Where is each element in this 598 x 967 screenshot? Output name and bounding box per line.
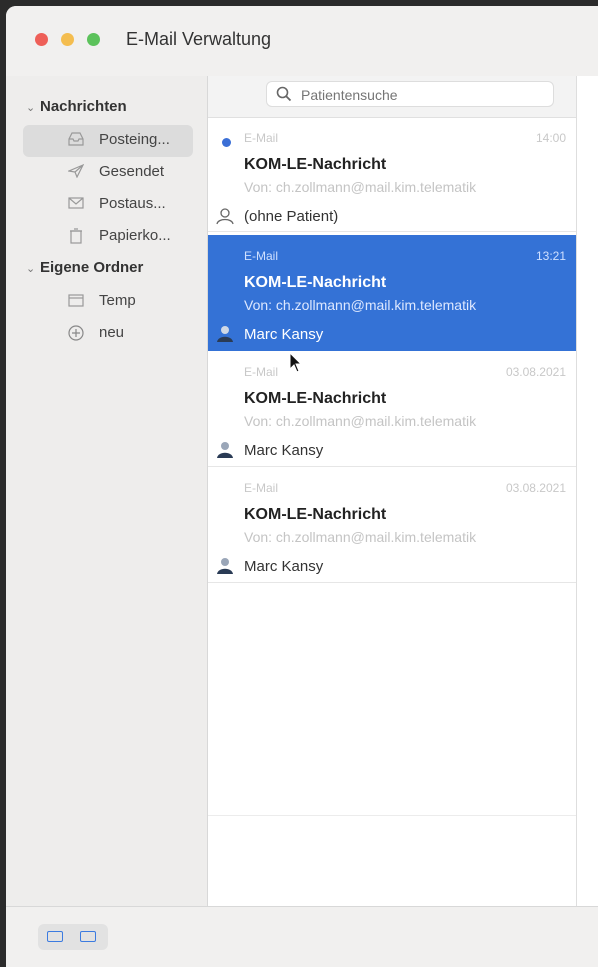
folder-icon xyxy=(67,293,85,309)
section-eigene-ordner[interactable]: ⌄ Eigene Ordner xyxy=(26,259,143,276)
sidebar-item-trash[interactable]: Papierko... xyxy=(23,221,193,251)
message-row[interactable]: E-Mail 03.08.2021 KOM-LE-Nachricht Von: … xyxy=(208,467,576,583)
person-outline-icon xyxy=(215,207,235,225)
message-subject: KOM-LE-Nachricht xyxy=(244,274,387,291)
patient-search-input[interactable] xyxy=(299,85,543,105)
minimize-button[interactable] xyxy=(61,33,74,46)
patient-name: Marc Kansy xyxy=(244,558,324,575)
bottom-toolbar xyxy=(6,906,598,967)
message-time: 14:00 xyxy=(535,131,566,145)
message-row[interactable]: E-Mail 14:00 KOM-LE-Nachricht Von: ch.zo… xyxy=(208,117,576,232)
message-subject: KOM-LE-Nachricht xyxy=(244,390,387,407)
message-type: E-Mail xyxy=(244,481,279,495)
patient-icon xyxy=(215,557,235,575)
unread-dot xyxy=(222,138,231,147)
message-row[interactable]: E-Mail 03.08.2021 KOM-LE-Nachricht Von: … xyxy=(208,351,576,467)
chevron-down-icon: ⌄ xyxy=(26,263,36,275)
message-row-selected[interactable]: E-Mail 13:21 KOM-LE-Nachricht Von: ch.zo… xyxy=(208,235,576,351)
message-sender: Von: ch.zollmann@mail.kim.telematik xyxy=(244,413,477,429)
message-type: E-Mail xyxy=(244,131,279,145)
window-title: E-Mail Verwaltung xyxy=(126,29,272,49)
message-sender: Von: ch.zollmann@mail.kim.telematik xyxy=(244,179,477,195)
mouse-pointer-icon xyxy=(289,352,303,373)
search-box[interactable] xyxy=(266,81,554,107)
chevron-down-icon: ⌄ xyxy=(26,102,36,114)
message-time: 13:21 xyxy=(535,249,566,263)
sidebar-item-sent[interactable]: Gesendet xyxy=(23,157,193,187)
patient-icon xyxy=(215,441,235,459)
message-sender: Von: ch.zollmann@mail.kim.telematik xyxy=(244,297,477,313)
patient-name: (ohne Patient) xyxy=(244,208,339,225)
sidebar-item-inbox[interactable]: Posteing... xyxy=(23,125,193,157)
message-sender: Von: ch.zollmann@mail.kim.telematik xyxy=(244,529,477,545)
plus-circle-icon xyxy=(67,325,85,341)
search-bar xyxy=(208,76,576,118)
view-toggle xyxy=(38,924,108,950)
message-time: 03.08.2021 xyxy=(505,481,566,495)
outbox-icon xyxy=(67,196,85,212)
paper-plane-icon xyxy=(66,163,85,180)
trash-icon xyxy=(67,228,85,244)
patient-icon xyxy=(215,325,235,343)
section-nachrichten[interactable]: ⌄ Nachrichten xyxy=(26,98,127,115)
message-subject: KOM-LE-Nachricht xyxy=(244,156,387,173)
message-type: E-Mail xyxy=(244,249,279,263)
sidebar-item-new[interactable]: neu xyxy=(23,318,193,348)
message-list-pane: E-Mail 14:00 KOM-LE-Nachricht Von: ch.zo… xyxy=(208,76,576,906)
inbox-icon xyxy=(67,132,85,148)
app-window: E-Mail Verwaltung ⌄ Nachrichten Posteing.… xyxy=(6,6,598,967)
list-divider xyxy=(208,815,576,816)
sidebar-item-outbox[interactable]: Postaus... xyxy=(23,189,193,219)
window-layout-icon[interactable] xyxy=(80,931,96,942)
message-time: 03.08.2021 xyxy=(505,365,566,379)
detail-pane xyxy=(576,76,598,906)
title-bar: E-Mail Verwaltung xyxy=(6,6,598,77)
sidebar: ⌄ Nachrichten Posteing... Gesendet Postau… xyxy=(6,76,208,906)
zoom-button[interactable] xyxy=(87,33,100,46)
search-icon xyxy=(276,86,292,107)
sidebar-layout-icon[interactable] xyxy=(47,931,63,942)
message-type: E-Mail xyxy=(244,365,279,379)
message-subject: KOM-LE-Nachricht xyxy=(244,506,387,523)
close-button[interactable] xyxy=(35,33,48,46)
patient-name: Marc Kansy xyxy=(244,442,324,459)
patient-name: Marc Kansy xyxy=(244,326,324,343)
sidebar-item-temp[interactable]: Temp xyxy=(23,286,193,316)
